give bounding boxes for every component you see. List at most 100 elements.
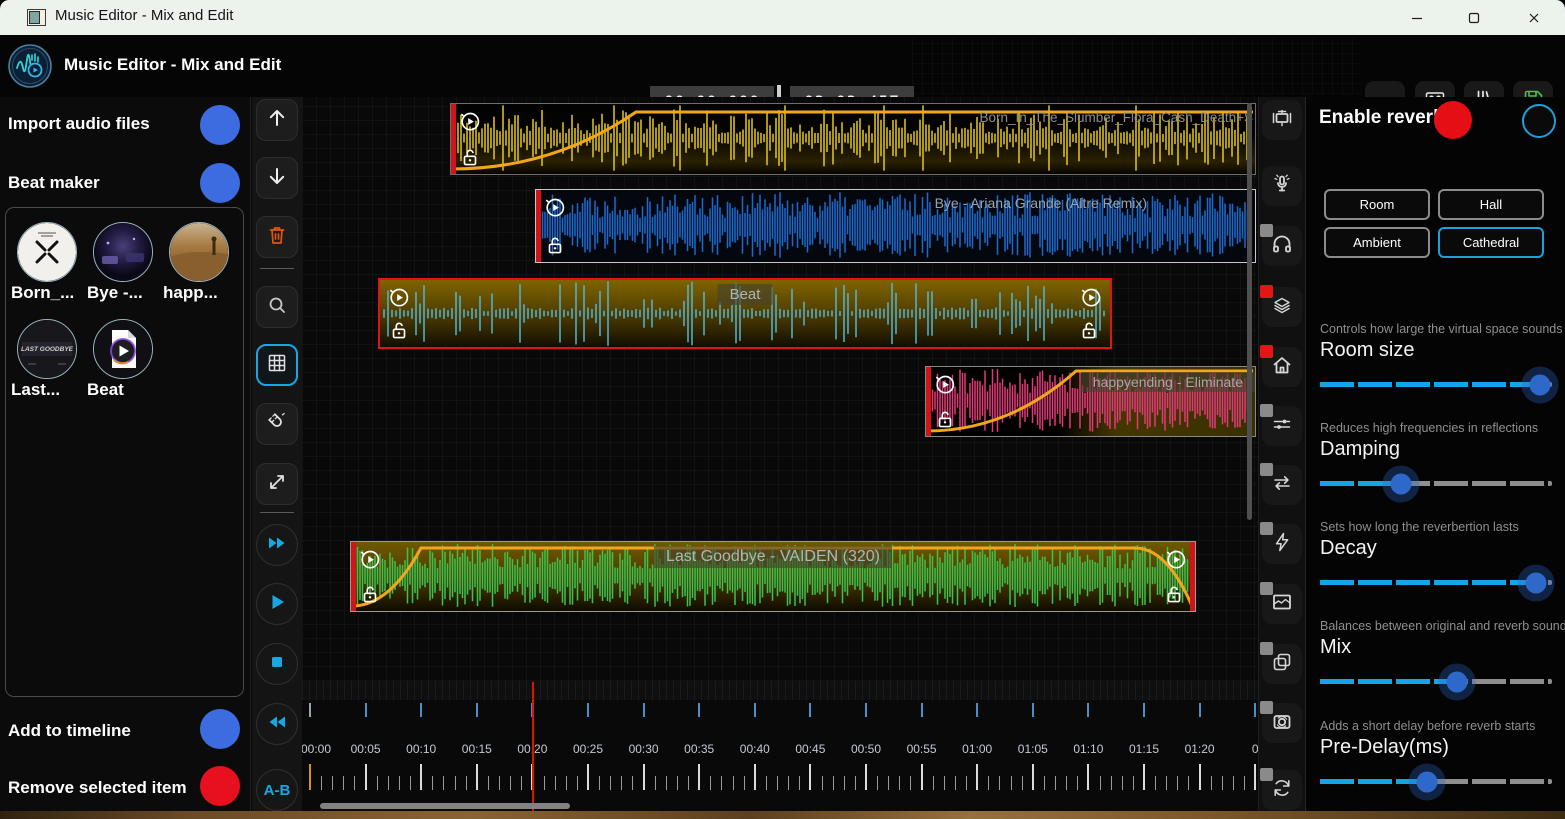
preset-cathedral-button[interactable]: Cathedral <box>1438 227 1544 258</box>
home-button[interactable] <box>1262 347 1302 387</box>
clip-lock-icon[interactable] <box>459 146 483 170</box>
playhead[interactable] <box>532 682 534 812</box>
close-button[interactable] <box>1510 0 1557 35</box>
minimize-button[interactable] <box>1393 0 1440 35</box>
add-to-timeline-button[interactable] <box>200 709 240 749</box>
wave-chart-button[interactable] <box>1262 584 1302 624</box>
rewind-button[interactable] <box>256 703 298 745</box>
ab-loop-label: A-B <box>264 782 291 799</box>
refresh-button[interactable] <box>1262 770 1302 810</box>
clip-lock-icon[interactable] <box>544 234 568 258</box>
import-audio-button[interactable] <box>200 105 240 145</box>
titlebar: Music Editor - Mix and Edit <box>0 0 1565 35</box>
clip-lock-icon[interactable] <box>934 408 958 432</box>
ruler-minor-tick <box>1222 776 1223 790</box>
clip-lock-icon[interactable] <box>359 583 383 607</box>
clip-play-icon[interactable] <box>387 285 411 309</box>
library-item-bye[interactable] <box>93 222 153 282</box>
equalizer-button[interactable] <box>1262 406 1302 446</box>
lightning-button[interactable] <box>1262 524 1302 564</box>
reverb-power-button[interactable] <box>1434 101 1472 139</box>
horizontal-scrollbar[interactable] <box>320 803 570 809</box>
arrow-up-button[interactable] <box>256 99 298 141</box>
swap-button[interactable] <box>1262 465 1302 505</box>
library-panel: Born_...Bye -...happ...LAST GOODBYELast.… <box>5 207 244 697</box>
ruler-minor-tick <box>1111 776 1112 790</box>
clip-title: Bye - Ariana Grande (Altre Remix) <box>935 195 1147 211</box>
clip-play-icon[interactable] <box>458 109 482 133</box>
preset-room-button[interactable]: Room <box>1324 189 1430 220</box>
pre-delay-ms--slider[interactable] <box>1320 779 1552 784</box>
arrow-down-button[interactable] <box>256 157 298 199</box>
library-item-born[interactable] <box>17 222 77 282</box>
maximize-button[interactable] <box>1450 0 1497 35</box>
vertical-scrollbar[interactable] <box>1247 103 1252 520</box>
audio-clip[interactable]: Last Goodbye - VAIDEN (320) <box>350 541 1196 612</box>
damping-slider[interactable] <box>1320 481 1552 486</box>
reverb-save-button[interactable] <box>1522 104 1556 138</box>
slider-thumb[interactable] <box>1525 572 1546 593</box>
library-item-beat[interactable] <box>93 319 153 379</box>
clip-lock-icon[interactable] <box>1078 319 1102 343</box>
clip-edge[interactable] <box>536 190 541 262</box>
frame-sync-button[interactable] <box>1262 100 1302 140</box>
lightning-icon <box>1270 530 1294 559</box>
library-item-last[interactable]: LAST GOODBYE <box>17 319 77 379</box>
grid-snap-button[interactable] <box>256 344 298 386</box>
remove-selected-button[interactable] <box>200 766 240 806</box>
clip-play-icon[interactable] <box>543 195 567 219</box>
clip-play-icon[interactable] <box>358 547 382 571</box>
slider-thumb[interactable] <box>1391 473 1412 494</box>
clip-edge[interactable] <box>351 542 356 611</box>
preset-ambient-button[interactable]: Ambient <box>1324 227 1430 258</box>
arrow-down-icon <box>265 164 289 193</box>
layers-button[interactable] <box>1262 287 1302 327</box>
duplicate-button[interactable] <box>1262 644 1302 684</box>
ruler-major-tick <box>921 764 923 790</box>
audio-clip[interactable]: Born_In_The_Slumber_Flora_Cash_Death+S <box>450 103 1256 175</box>
beat-maker-label: Beat maker <box>8 173 100 193</box>
expand-button[interactable] <box>256 463 298 505</box>
audio-clip[interactable]: happyending - Eliminate <box>925 366 1256 437</box>
clip-lock-icon[interactable] <box>1163 583 1187 607</box>
clip-edge[interactable] <box>926 367 931 436</box>
clip-play-icon[interactable] <box>1164 547 1188 571</box>
camera-rotate-button[interactable] <box>1262 703 1302 743</box>
trash-button[interactable] <box>256 216 298 258</box>
import-audio-label: Import audio files <box>8 114 150 134</box>
clip-edge[interactable] <box>451 104 456 174</box>
library-item-happ[interactable] <box>169 222 229 282</box>
ruler-minor-tick <box>443 776 444 790</box>
audio-clip[interactable]: Beat <box>378 278 1112 349</box>
preset-hall-button[interactable]: Hall <box>1438 189 1544 220</box>
timeline[interactable]: Born_In_The_Slumber_Flora_Cash_Death+S B… <box>302 97 1258 812</box>
headphones-button[interactable] <box>1262 226 1302 266</box>
clip-play-icon[interactable] <box>933 372 957 396</box>
stop-button[interactable] <box>256 643 298 685</box>
audio-clip[interactable]: Bye - Ariana Grande (Altre Remix) <box>535 189 1256 263</box>
mix-slider[interactable] <box>1320 679 1552 684</box>
mic-effect-button[interactable] <box>1262 166 1302 206</box>
beat-tick <box>1254 703 1256 717</box>
beat-maker-button[interactable] <box>200 163 240 203</box>
clip-lock-icon[interactable] <box>388 319 412 343</box>
slider-thumb[interactable] <box>1530 374 1551 395</box>
slider-thumb[interactable] <box>1446 671 1467 692</box>
tool-badge <box>1260 768 1273 781</box>
slider-thumb[interactable] <box>1416 771 1437 792</box>
play-button[interactable] <box>256 583 298 625</box>
ab-loop-button[interactable]: A-B <box>256 769 298 811</box>
ruler-minor-tick <box>799 776 800 790</box>
room-size-slider[interactable] <box>1320 382 1552 387</box>
magnet-button[interactable] <box>256 403 298 445</box>
decay-slider[interactable] <box>1320 580 1552 585</box>
ruler-major-tick <box>976 764 978 790</box>
beat-tick <box>476 703 478 717</box>
clip-play-icon[interactable] <box>1079 285 1103 309</box>
search-button[interactable] <box>256 286 298 328</box>
ruler-minor-tick <box>877 776 878 790</box>
clip-edge[interactable] <box>1190 542 1195 611</box>
fast-forward-button[interactable] <box>256 524 298 566</box>
beat-tick <box>587 703 589 717</box>
play-icon <box>265 590 289 619</box>
